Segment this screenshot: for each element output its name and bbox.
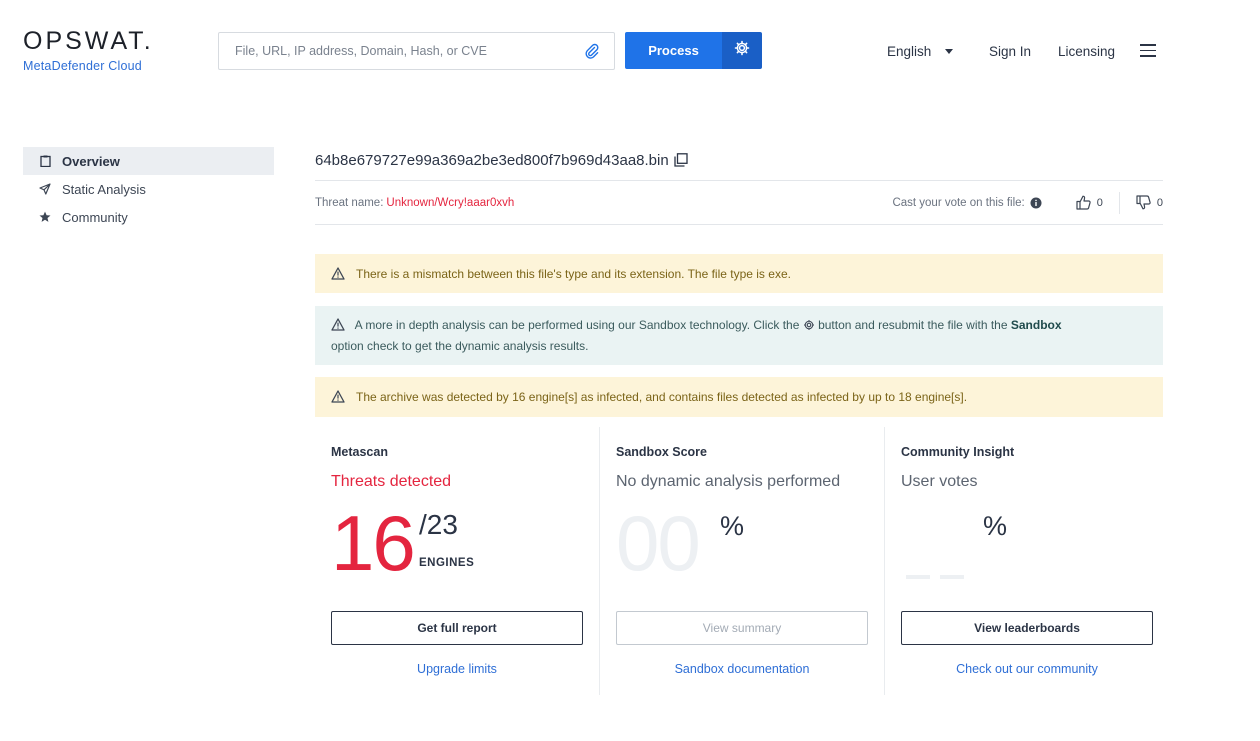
community-card: Community Insight User votes % View lead… [885,427,1169,695]
vote-label: Cast your vote on this file: [892,196,1025,209]
caret-down-icon [945,49,954,54]
search-input[interactable]: File, URL, IP address, Domain, Hash, or … [218,32,615,70]
licensing-link[interactable]: Licensing [1058,44,1115,59]
community-link[interactable]: Check out our community [901,662,1153,676]
empty-score-placeholder [906,575,964,579]
gear-icon [803,318,815,337]
card-title: Metascan [331,445,388,459]
search-placeholder: File, URL, IP address, Domain, Hash, or … [235,44,487,58]
logo[interactable]: OPSWAT. MetaDefender Cloud [23,28,154,73]
language-label: English [887,44,932,59]
send-icon [39,183,51,195]
community-status: User votes [901,473,978,490]
sidebar-item-community[interactable]: Community [23,203,274,231]
sidebar-item-label: Static Analysis [62,181,146,197]
sandbox-documentation-link[interactable]: Sandbox documentation [616,662,868,676]
card-title: Community Insight [901,445,1015,459]
sandbox-score: 00 % [616,501,868,593]
view-leaderboards-button[interactable]: View leaderboards [901,611,1153,645]
signin-link[interactable]: Sign In [989,44,1031,59]
thumbs-down-icon [1136,195,1151,210]
downvote-button[interactable]: 0 [1136,195,1163,210]
sandbox-alert: A more in depth analysis can be performe… [315,306,1163,365]
file-name: 64b8e679727e99a369a2be3ed800f7b969d43aa8… [315,151,669,169]
sidebar-item-label: Community [62,209,128,225]
community-score: % [901,501,1153,593]
threat-label: Threat name: [315,196,384,209]
logo-wordmark: OPSWAT. [23,27,154,55]
main-content: 64b8e679727e99a369a2be3ed800f7b969d43aa8… [315,140,1163,695]
sidebar-item-label: Overview [62,153,120,169]
result-cards: Metascan Threats detected 16 /23 ENGINES… [315,427,1163,695]
info-icon[interactable] [1030,197,1042,209]
archive-alert-text: The archive was detected by 16 engine[s]… [356,390,968,404]
mismatch-alert: There is a mismatch between this file's … [315,254,1163,293]
downvote-count: 0 [1156,196,1163,209]
get-full-report-button[interactable]: Get full report [331,611,583,645]
mismatch-alert-text: There is a mismatch between this file's … [356,267,791,281]
sandbox-alert-bold: Sandbox [1010,318,1062,332]
threat-name: Unknown/Wcry!aaar0xvh [386,196,515,209]
metascan-card: Metascan Threats detected 16 /23 ENGINES… [315,427,600,695]
sandbox-status: No dynamic analysis performed [616,473,841,490]
upvote-button[interactable]: 0 [1076,195,1103,210]
sandbox-alert-text-2: button and resubmit the file with the [818,318,1008,332]
sandbox-card: Sandbox Score No dynamic analysis perfor… [600,427,885,695]
metascan-status: Threats detected [331,473,452,490]
engines-label: ENGINES [419,557,475,569]
engine-total: /23 [419,509,458,540]
clipboard-icon [39,155,51,167]
paperclip-icon[interactable] [582,41,602,61]
sidebar-item-static-analysis[interactable]: Static Analysis [23,175,274,203]
metascan-score: 16 /23 ENGINES [331,501,583,593]
percent-sign: % [983,511,1008,541]
vote-area: Cast your vote on this file: 0 0 [892,191,1163,214]
card-title: Sandbox Score [616,445,707,459]
language-selector[interactable]: English [887,44,954,59]
archive-alert: The archive was detected by 16 engine[s]… [315,377,1163,417]
sandbox-alert-text: A more in depth analysis can be performe… [331,316,1062,356]
sandbox-score-value: 00 [616,499,701,587]
view-summary-button[interactable]: View summary [616,611,868,645]
warning-icon [331,390,345,404]
star-icon [39,211,51,223]
vote-separator [1118,191,1120,214]
sidebar: Overview Static Analysis Community [23,147,274,231]
logo-product-name: MetaDefender Cloud [23,59,142,73]
file-header: 64b8e679727e99a369a2be3ed800f7b969d43aa8… [315,140,1163,180]
sandbox-alert-text-3: option check to get the dynamic analysis… [331,339,589,353]
upgrade-limits-link[interactable]: Upgrade limits [331,662,583,676]
detected-count: 16 [331,499,416,587]
gear-icon [734,40,750,61]
copy-icon[interactable] [674,153,688,167]
process-button[interactable]: Process [625,32,722,69]
percent-sign: % [720,511,745,541]
threat-row: Threat name: Unknown/Wcry!aaar0xvh Cast … [315,181,1163,224]
warning-icon [331,267,345,281]
upvote-count: 0 [1096,196,1103,209]
scan-settings-button[interactable] [722,32,762,69]
sandbox-alert-text-1: A more in depth analysis can be performe… [354,318,800,332]
warning-icon [331,318,345,337]
menu-icon[interactable] [1140,44,1156,57]
sidebar-item-overview[interactable]: Overview [23,147,274,175]
thumbs-up-icon [1076,195,1091,210]
